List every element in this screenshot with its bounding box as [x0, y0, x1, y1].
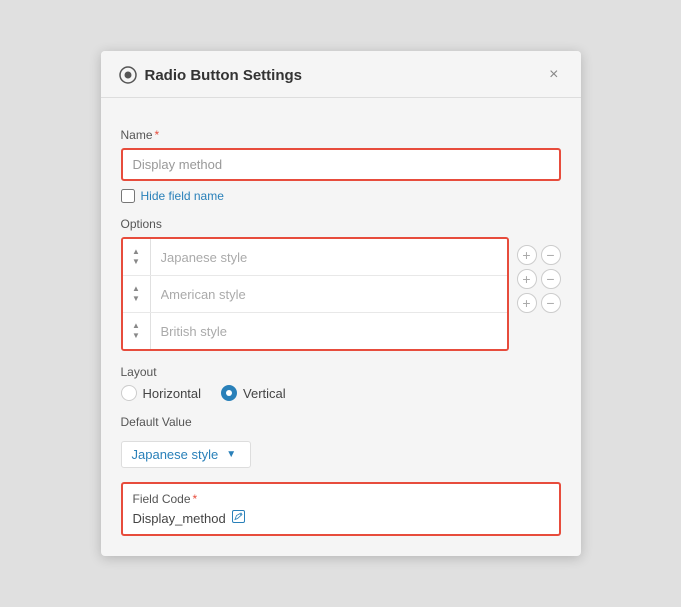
dialog-header: Radio Button Settings × — [101, 51, 581, 98]
spinner-down-3[interactable]: ▼ — [130, 331, 142, 341]
spinner-up-1[interactable]: ▲ — [130, 247, 142, 257]
spinner-down-1[interactable]: ▼ — [130, 257, 142, 267]
chevron-down-icon: ▼ — [226, 449, 236, 460]
option-row-2: ▲ ▼ — [123, 276, 507, 313]
option-spinner-1: ▲ ▼ — [123, 239, 151, 275]
default-value-label: Default Value — [121, 415, 561, 429]
option-spinner-2: ▲ ▼ — [123, 276, 151, 312]
field-code-value: Display_method — [133, 511, 226, 526]
field-code-label: Field Code* — [133, 492, 549, 506]
hide-field-checkbox[interactable] — [121, 189, 135, 203]
add-option-2-button[interactable]: + — [517, 269, 537, 289]
name-section-label: Name* — [121, 128, 561, 142]
layout-options: Horizontal Vertical — [121, 385, 561, 401]
remove-option-1-button[interactable]: − — [541, 245, 561, 265]
edit-field-code-icon[interactable] — [232, 510, 245, 526]
spinner-up-2[interactable]: ▲ — [130, 284, 142, 294]
option-row-3: ▲ ▼ — [123, 313, 507, 349]
layout-section-label: Layout — [121, 365, 561, 379]
hide-field-row: Hide field name — [121, 189, 561, 203]
vertical-radio-label: Vertical — [243, 386, 286, 401]
field-code-required-star: * — [193, 492, 198, 506]
hide-field-label[interactable]: Hide field name — [141, 189, 224, 203]
horizontal-radio-label: Horizontal — [143, 386, 202, 401]
name-input[interactable] — [121, 148, 561, 181]
horizontal-radio-circle — [121, 385, 137, 401]
layout-vertical-option[interactable]: Vertical — [221, 385, 286, 401]
options-container: ▲ ▼ ▲ ▼ ▲ ▼ — [121, 237, 509, 351]
default-value-dropdown[interactable]: Japanese style ▼ — [121, 441, 251, 468]
option-actions-3: + − — [517, 293, 561, 313]
layout-section: Layout Horizontal Vertical — [121, 365, 561, 401]
option-action-buttons: + − + − + − — [517, 237, 561, 313]
add-option-1-button[interactable]: + — [517, 245, 537, 265]
spinner-down-2[interactable]: ▼ — [130, 294, 142, 304]
field-code-value-row: Display_method — [133, 510, 549, 526]
vertical-radio-circle — [221, 385, 237, 401]
default-dropdown-text: Japanese style — [132, 447, 219, 462]
field-code-section: Field Code* Display_method — [121, 482, 561, 536]
required-star: * — [155, 128, 160, 142]
layout-horizontal-option[interactable]: Horizontal — [121, 385, 202, 401]
close-button[interactable]: × — [545, 65, 562, 85]
spinner-up-3[interactable]: ▲ — [130, 321, 142, 331]
option-input-1[interactable] — [151, 242, 507, 273]
option-actions-1: + − — [517, 245, 561, 265]
radio-button-settings-dialog: Radio Button Settings × Name* Hide field… — [101, 51, 581, 556]
option-spinner-3: ▲ ▼ — [123, 313, 151, 349]
option-input-3[interactable] — [151, 316, 507, 347]
option-actions-2: + − — [517, 269, 561, 289]
radio-button-icon — [119, 66, 137, 84]
dialog-title: Radio Button Settings — [145, 67, 546, 84]
options-section-label: Options — [121, 217, 561, 231]
option-row-1: ▲ ▼ — [123, 239, 507, 276]
remove-option-2-button[interactable]: − — [541, 269, 561, 289]
remove-option-3-button[interactable]: − — [541, 293, 561, 313]
add-option-3-button[interactable]: + — [517, 293, 537, 313]
option-input-2[interactable] — [151, 279, 507, 310]
dialog-body: Name* Hide field name Options ▲ ▼ ▲ — [101, 98, 581, 556]
default-value-section: Default Value Japanese style ▼ — [121, 415, 561, 468]
